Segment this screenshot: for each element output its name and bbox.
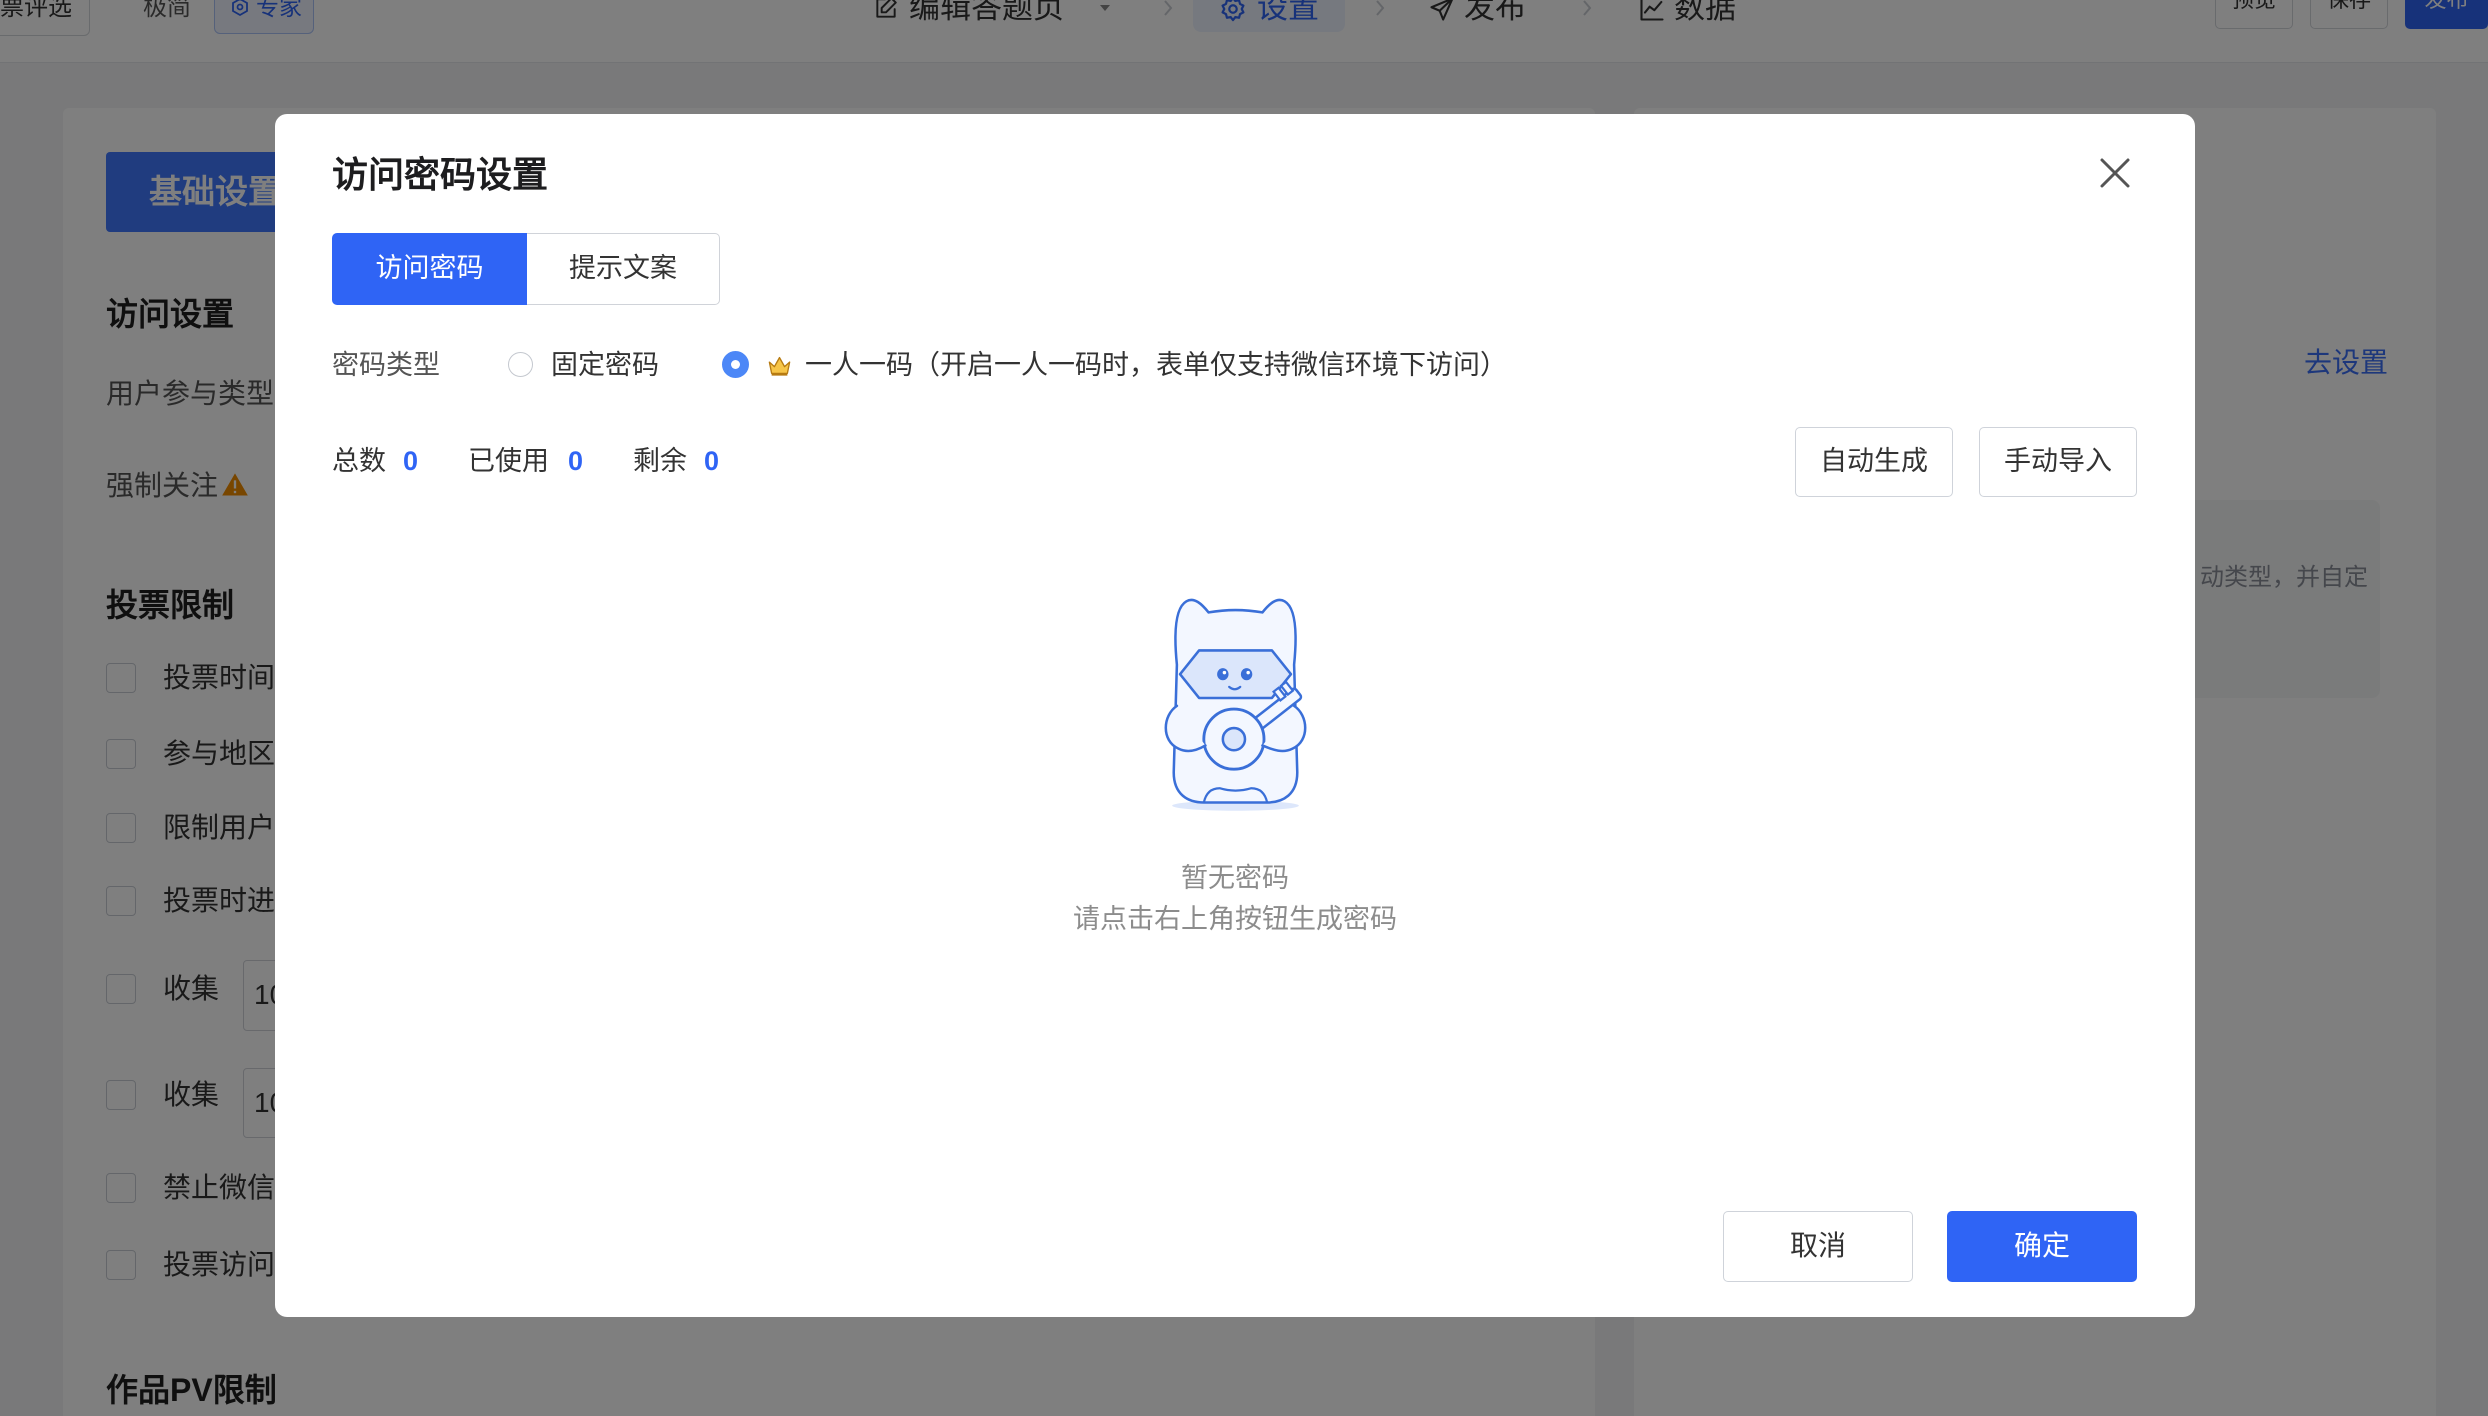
stat-total-value: 0 (403, 446, 419, 476)
cancel-button[interactable]: 取消 (1723, 1211, 1913, 1282)
access-password-dialog: 访问密码设置 访问密码 提示文案 密码类型 固定密码 一人一码（开启一人一码时，… (275, 114, 2195, 1317)
dialog-tabs: 访问密码 提示文案 (332, 233, 720, 305)
confirm-button[interactable]: 确定 (1947, 1211, 2137, 1282)
tab-hint-text[interactable]: 提示文案 (527, 233, 720, 305)
radio-one-code-per-person[interactable] (722, 351, 749, 378)
option-one-code-per-person[interactable]: 一人一码（开启一人一码时，表单仅支持微信环境下访问） (805, 352, 1507, 379)
stat-total-label: 总数 (332, 446, 386, 476)
stat-used-label: 已使用 (468, 446, 549, 476)
dialog-title: 访问密码设置 (332, 154, 549, 195)
empty-illustration (1156, 595, 1315, 812)
close-icon[interactable] (2098, 156, 2132, 190)
stat-remaining-value: 0 (704, 446, 720, 476)
auto-generate-button[interactable]: 自动生成 (1795, 427, 1953, 497)
option-fixed-password[interactable]: 固定密码 (551, 352, 659, 379)
stat-used-value: 0 (568, 446, 584, 476)
empty-title: 暂无密码 (1181, 863, 1289, 893)
crown-icon (766, 352, 793, 379)
password-type-label: 密码类型 (332, 350, 440, 380)
empty-hint: 请点击右上角按钮生成密码 (1073, 904, 1397, 934)
tab-access-password[interactable]: 访问密码 (332, 233, 527, 305)
manual-import-button[interactable]: 手动导入 (1979, 427, 2137, 497)
stat-remaining-label: 剩余 (633, 446, 687, 476)
radio-fixed-password[interactable] (508, 352, 533, 377)
